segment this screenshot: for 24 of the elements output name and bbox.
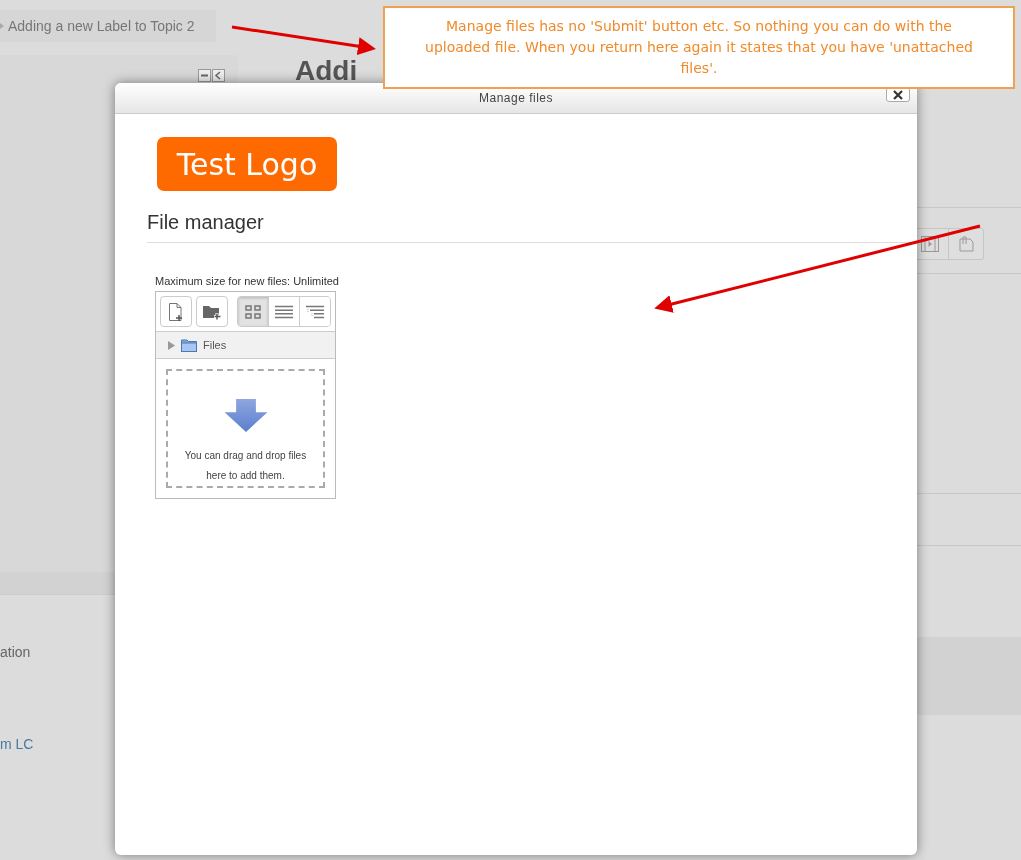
folder-path-link[interactable]: Files (203, 339, 227, 351)
breadcrumb-separator-icon (0, 23, 4, 29)
folder-plus-icon (201, 303, 222, 320)
close-icon (893, 89, 903, 100)
logo: Test Logo (157, 137, 337, 191)
grid-icon (245, 304, 261, 319)
drop-zone[interactable]: You can drag and drop files here to add them. (166, 369, 325, 488)
tree-list-icon (306, 304, 325, 319)
tree-view-tab[interactable] (299, 297, 330, 326)
create-folder-button[interactable] (195, 296, 228, 327)
drop-hint: You can drag and drop files here to add them. (183, 449, 308, 483)
list-icon (275, 304, 294, 319)
page-heading: Addi (295, 55, 358, 87)
sidebar-text: ation (0, 644, 31, 660)
section-heading: File manager (147, 211, 917, 243)
file-plus-icon (167, 301, 184, 322)
add-file-button[interactable] (160, 296, 192, 327)
dock-icon[interactable] (198, 69, 226, 82)
folder-icon (181, 338, 197, 352)
annotation-text: Manage files has no 'Submit' button etc. So nothing you can do with the uploaded file. When you return here again it states that you have 'unattached files'. (425, 17, 973, 78)
dialog-title: Manage files (478, 91, 553, 105)
max-size-note: Maximum size for new files: Unlimited (155, 275, 339, 287)
icon-view-tab[interactable] (237, 297, 269, 326)
expand-triangle-icon[interactable] (168, 340, 175, 350)
